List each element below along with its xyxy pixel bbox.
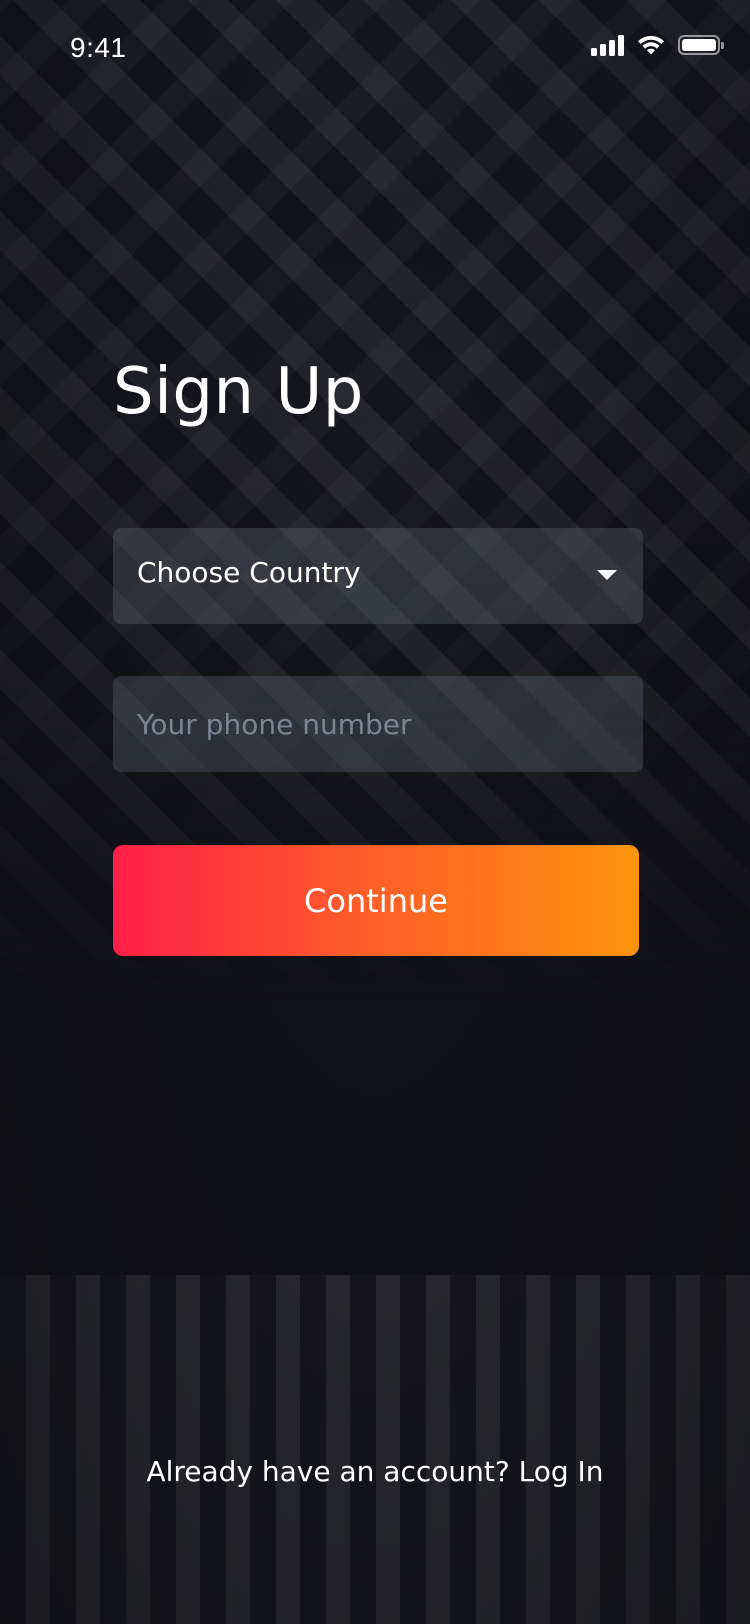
caret-down-icon bbox=[597, 570, 617, 580]
country-select[interactable]: Choose Country bbox=[113, 528, 643, 624]
wifi-icon bbox=[638, 35, 664, 55]
phone-number-input[interactable] bbox=[113, 676, 643, 772]
status-time: 9:41 bbox=[70, 32, 127, 63]
page-title: Sign Up bbox=[113, 355, 364, 429]
phone-field bbox=[113, 676, 643, 772]
country-select-label: Choose Country bbox=[137, 556, 361, 589]
signup-screen: 9:41 Sign Up Choose Country Continue Alr… bbox=[0, 0, 750, 1624]
background-vignette bbox=[0, 0, 750, 1624]
signal-icon bbox=[591, 34, 624, 56]
login-prompt: Already have an account? Log In bbox=[0, 1455, 750, 1488]
battery-icon bbox=[678, 35, 724, 55]
status-icons bbox=[591, 34, 724, 56]
continue-button[interactable]: Continue bbox=[113, 845, 639, 956]
status-bar: 9:41 bbox=[0, 0, 750, 100]
battery-level bbox=[682, 39, 716, 51]
login-prompt-text: Already have an account? bbox=[146, 1455, 519, 1488]
login-link[interactable]: Log In bbox=[519, 1455, 604, 1488]
